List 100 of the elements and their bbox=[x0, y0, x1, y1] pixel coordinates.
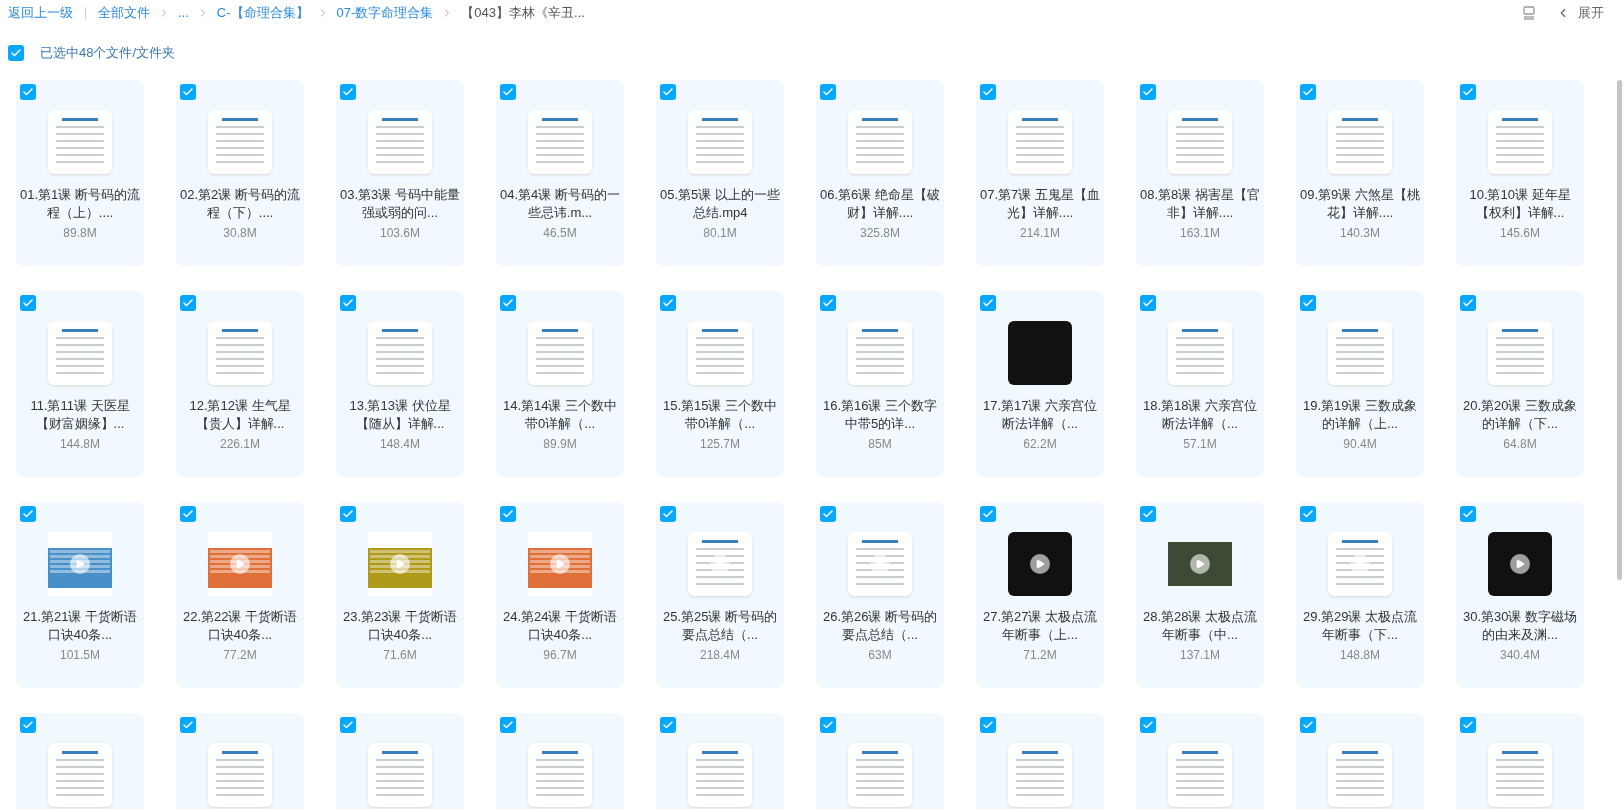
checkbox[interactable] bbox=[1460, 84, 1476, 100]
file-card[interactable]: 06.第6课 绝命星【破财】详解.... 325.8M bbox=[816, 80, 944, 266]
file-size: 125.7M bbox=[700, 436, 740, 453]
checkbox[interactable] bbox=[20, 717, 36, 733]
checkbox[interactable] bbox=[1140, 295, 1156, 311]
check-icon bbox=[662, 86, 674, 98]
checkbox[interactable] bbox=[340, 506, 356, 522]
breadcrumb-link[interactable]: ... bbox=[178, 3, 189, 23]
checkbox[interactable] bbox=[820, 506, 836, 522]
file-card[interactable]: 16.第16课 三个数字中带5的详... 85M bbox=[816, 291, 944, 477]
checkbox[interactable] bbox=[1300, 506, 1316, 522]
checkbox[interactable] bbox=[980, 717, 996, 733]
file-card[interactable]: 14.第14课 三个数中带0详解（... 89.9M bbox=[496, 291, 624, 477]
checkbox[interactable] bbox=[500, 84, 516, 100]
checkbox[interactable] bbox=[20, 506, 36, 522]
file-card[interactable]: 07.第7课 五鬼星【血光】详解.... 214.1M bbox=[976, 80, 1104, 266]
checkbox[interactable] bbox=[820, 717, 836, 733]
checkbox[interactable] bbox=[820, 84, 836, 100]
checkbox[interactable] bbox=[500, 295, 516, 311]
checkbox[interactable] bbox=[1300, 84, 1316, 100]
file-card[interactable]: 28.第28课 太极点流年断事（中... 137.1M bbox=[1136, 502, 1264, 688]
file-card[interactable]: 04.第4课 断号码的一些忌讳.m... 46.5M bbox=[496, 80, 624, 266]
file-card[interactable]: 29.第29课 太极点流年断事（下... 148.8M bbox=[1296, 502, 1424, 688]
checkbox[interactable] bbox=[180, 717, 196, 733]
file-card[interactable]: 21.第21课 干货断语口诀40条... 101.5M bbox=[16, 502, 144, 688]
check-icon bbox=[22, 86, 34, 98]
file-size: 325.8M bbox=[860, 225, 900, 242]
checkbox[interactable] bbox=[1460, 717, 1476, 733]
play-icon[interactable] bbox=[1190, 554, 1210, 574]
check-icon bbox=[662, 508, 674, 520]
checkbox[interactable] bbox=[1300, 717, 1316, 733]
file-size: 96.7M bbox=[543, 647, 577, 664]
file-card[interactable]: 20.第20课 三数成象的详解（下... 64.8M bbox=[1456, 291, 1584, 477]
file-card[interactable]: 27.第27课 太极点流年断事（上... 71.2M bbox=[976, 502, 1104, 688]
checkbox[interactable] bbox=[1140, 506, 1156, 522]
checkbox[interactable] bbox=[660, 506, 676, 522]
expand-button[interactable]: 展开 bbox=[1556, 3, 1604, 23]
file-card[interactable]: 02.第2课 断号码的流程（下）.... 30.8M bbox=[176, 80, 304, 266]
file-name: 25.第25课 断号码的要点总结（... bbox=[661, 608, 779, 644]
file-card[interactable]: 22.第22课 干货断语口诀40条... 77.2M bbox=[176, 502, 304, 688]
checkbox[interactable] bbox=[180, 295, 196, 311]
checkbox[interactable] bbox=[980, 84, 996, 100]
file-card[interactable]: 05.第5课 以上的一些总结.mp4 80.1M bbox=[656, 80, 784, 266]
checkbox[interactable] bbox=[180, 84, 196, 100]
checkbox[interactable] bbox=[1140, 717, 1156, 733]
file-card[interactable]: 24.第24课 干货断语口诀40条... 96.7M bbox=[496, 502, 624, 688]
file-card[interactable]: 18.第18课 六亲宫位断法详解（... 57.1M bbox=[1136, 291, 1264, 477]
breadcrumb-link[interactable]: 07-数字命理合集 bbox=[336, 3, 434, 23]
file-card[interactable]: 12.第12课 生气星【贵人】详解... 226.1M bbox=[176, 291, 304, 477]
file-name: 03.第3课 号码中能量强或弱的问... bbox=[339, 186, 461, 222]
file-card[interactable]: 10.第10课 延年星【权利】详解... 145.6M bbox=[1456, 80, 1584, 266]
breadcrumb-link[interactable]: 全部文件 bbox=[98, 3, 150, 23]
check-icon bbox=[1462, 86, 1474, 98]
file-card[interactable]: 15.第15课 三个数中带0详解（... 125.7M bbox=[656, 291, 784, 477]
file-card[interactable]: 03.第3课 号码中能量强或弱的问... 103.6M bbox=[336, 80, 464, 266]
back-link[interactable]: 返回上一级 bbox=[8, 3, 73, 23]
checkbox[interactable] bbox=[660, 717, 676, 733]
play-icon[interactable] bbox=[1030, 554, 1050, 574]
check-icon bbox=[22, 297, 34, 309]
file-card[interactable]: 09.第9课 六煞星【桃花】详解.... 140.3M bbox=[1296, 80, 1424, 266]
file-card[interactable]: 17.第17课 六亲宫位断法详解（... 62.2M bbox=[976, 291, 1104, 477]
check-icon bbox=[502, 297, 514, 309]
checkbox[interactable] bbox=[340, 717, 356, 733]
checkbox[interactable] bbox=[340, 84, 356, 100]
file-card[interactable]: 08.第8课 祸害星【官非】详解.... 163.1M bbox=[1136, 80, 1264, 266]
checkbox[interactable] bbox=[1460, 295, 1476, 311]
checkbox[interactable] bbox=[20, 84, 36, 100]
checkbox[interactable] bbox=[20, 295, 36, 311]
layout-icon[interactable] bbox=[1522, 6, 1536, 20]
checkbox[interactable] bbox=[820, 295, 836, 311]
file-card[interactable]: 30.第30课 数字磁场的由来及渊... 340.4M bbox=[1456, 502, 1584, 688]
checkbox[interactable] bbox=[1140, 84, 1156, 100]
checkbox[interactable] bbox=[660, 295, 676, 311]
file-card[interactable]: 26.第26课 断号码的要点总结（... 63M bbox=[816, 502, 944, 688]
breadcrumb-link[interactable]: C-【命理合集】 bbox=[216, 3, 309, 23]
checkbox[interactable] bbox=[1460, 506, 1476, 522]
checkbox[interactable] bbox=[1300, 295, 1316, 311]
breadcrumb-link[interactable]: 【043】李林《辛丑... bbox=[461, 3, 585, 23]
checkbox[interactable] bbox=[980, 295, 996, 311]
checkbox[interactable] bbox=[180, 506, 196, 522]
checkbox[interactable] bbox=[340, 295, 356, 311]
file-card[interactable]: 01.第1课 断号码的流程（上）.... 89.8M bbox=[16, 80, 144, 266]
file-card[interactable]: 23.第23课 干货断语口诀40条... 71.6M bbox=[336, 502, 464, 688]
checkbox[interactable] bbox=[660, 84, 676, 100]
check-icon bbox=[342, 719, 354, 731]
file-size: 226.1M bbox=[220, 436, 260, 453]
file-card[interactable]: 25.第25课 断号码的要点总结（... 218.4M bbox=[656, 502, 784, 688]
play-icon[interactable] bbox=[1510, 554, 1530, 574]
checkbox[interactable] bbox=[980, 506, 996, 522]
checkbox[interactable] bbox=[500, 506, 516, 522]
file-card[interactable]: 19.第19课 三数成象的详解（上... 90.4M bbox=[1296, 291, 1424, 477]
file-name: 17.第17课 六亲宫位断法详解（... bbox=[981, 397, 1099, 433]
file-name: 08.第8课 祸害星【官非】详解.... bbox=[1139, 186, 1261, 222]
checkbox[interactable] bbox=[8, 45, 24, 61]
file-name: 14.第14课 三个数中带0详解（... bbox=[501, 397, 619, 433]
check-icon bbox=[1462, 508, 1474, 520]
file-card[interactable]: 11.第11课 天医星【财富姻缘】... 144.8M bbox=[16, 291, 144, 477]
checkbox[interactable] bbox=[500, 717, 516, 733]
file-card[interactable]: 13.第13课 伏位星【随从】详解... 148.4M bbox=[336, 291, 464, 477]
scrollbar[interactable] bbox=[1617, 80, 1622, 580]
